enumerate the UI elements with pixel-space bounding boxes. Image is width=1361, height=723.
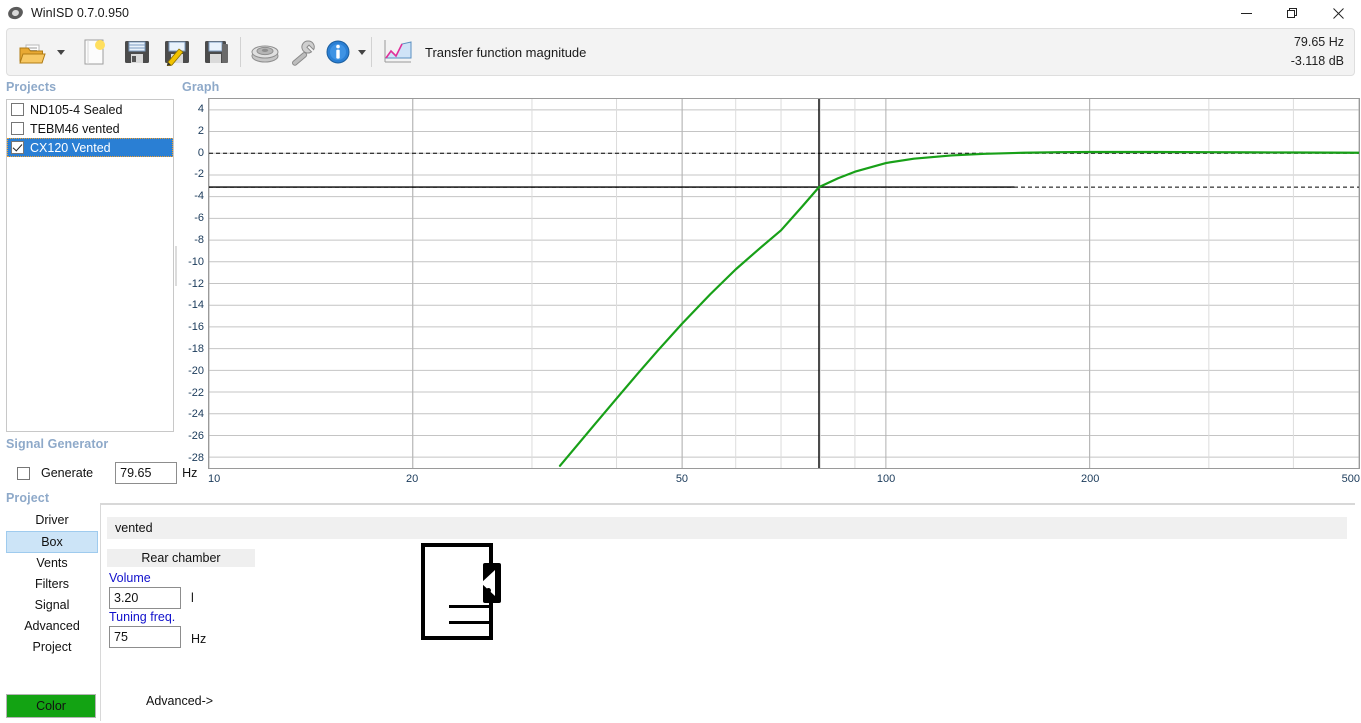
- graph-panel: 420-2-4-6-8-10-12-14-16-18-20-22-24-26-2…: [180, 98, 1361, 492]
- x-axis-tick: 50: [676, 473, 688, 485]
- close-icon[interactable]: [1315, 0, 1361, 26]
- generate-checkbox[interactable]: [17, 467, 30, 480]
- x-axis-tick: 100: [877, 473, 895, 485]
- y-axis-tick: -28: [188, 452, 204, 464]
- y-axis-tick: -16: [188, 321, 204, 333]
- x-axis: 10 20 50 100 200 500: [208, 471, 1360, 491]
- window-title: WinISD 0.7.0.950: [31, 6, 129, 20]
- vented-box-cross-section-icon: [421, 543, 493, 640]
- panel-splitter[interactable]: [172, 99, 180, 432]
- y-axis-tick: -22: [188, 387, 204, 399]
- project-label: CX120 Vented: [30, 141, 111, 155]
- speaker-icon: [8, 5, 24, 21]
- project-label: TEBM46 vented: [30, 122, 120, 136]
- nav-item-filters[interactable]: Filters: [6, 574, 98, 595]
- tuning-frequency-label: Tuning freq.: [109, 610, 175, 624]
- x-axis-tick: 20: [406, 473, 418, 485]
- save-as-icon[interactable]: [159, 31, 195, 73]
- color-button[interactable]: Color: [6, 694, 96, 718]
- nav-item-signal[interactable]: Signal: [6, 595, 98, 616]
- tuning-frequency-input[interactable]: [109, 626, 181, 648]
- window-controls: [1223, 0, 1361, 26]
- tuning-frequency-unit: Hz: [191, 632, 206, 646]
- minimize-icon[interactable]: [1223, 0, 1269, 26]
- nav-item-driver[interactable]: Driver: [6, 510, 98, 531]
- y-axis-tick: -10: [188, 256, 204, 268]
- signal-generator-panel: Generate Hz: [6, 458, 174, 488]
- box-panel: vented Rear chamber Volume l Tuning freq…: [100, 504, 1355, 721]
- y-axis-tick: -6: [194, 212, 204, 224]
- tools-wrench-icon[interactable]: [284, 31, 320, 73]
- new-project-icon[interactable]: [75, 31, 113, 73]
- y-axis-tick: 4: [198, 103, 204, 115]
- info-dropdown-caret[interactable]: [358, 50, 366, 55]
- x-axis-tick: 10: [208, 473, 220, 485]
- open-project-icon[interactable]: [13, 31, 55, 73]
- y-axis-tick: -24: [188, 408, 204, 420]
- y-axis-tick: -4: [194, 190, 204, 202]
- generate-label: Generate: [41, 466, 93, 480]
- project-label: ND105-4 Sealed: [30, 103, 122, 117]
- signal-frequency-input[interactable]: [115, 462, 177, 484]
- volume-label: Volume: [109, 571, 151, 585]
- projects-list[interactable]: ND105-4 Sealed TEBM46 vented CX120 Vente…: [6, 99, 174, 432]
- transfer-function-plot: [209, 99, 1359, 468]
- y-axis-tick: -12: [188, 278, 204, 290]
- toolbar-divider-2: [371, 37, 372, 67]
- y-axis: 4 2 0 -2 -4 -6 -8 -10 -12 -14 -16 -18 -20 -22 -24 -26 -2…: [180, 98, 206, 469]
- y-axis-tick: 0: [198, 147, 204, 159]
- y-axis-tick: 2: [198, 125, 204, 137]
- y-axis-tick: -26: [188, 430, 204, 442]
- project-checkbox[interactable]: [11, 122, 24, 135]
- advanced-link[interactable]: Advanced->: [146, 694, 213, 708]
- toolbar-divider: [240, 37, 241, 67]
- title-bar: WinISD 0.7.0.950: [0, 0, 1361, 26]
- graph-heading: Graph: [182, 80, 219, 94]
- cursor-readout: 79.65 Hz -3.118 dB: [1291, 33, 1344, 71]
- nav-item-vents[interactable]: Vents: [6, 553, 98, 574]
- transfer-function-label: Transfer function magnitude: [425, 45, 586, 60]
- project-nav: Driver Box Vents Filters Signal Advanced…: [6, 510, 98, 658]
- list-item[interactable]: TEBM46 vented: [7, 119, 173, 138]
- project-heading: Project: [6, 491, 49, 505]
- rear-chamber-tab[interactable]: Rear chamber: [107, 549, 255, 567]
- transfer-function-chart-icon[interactable]: [377, 31, 417, 73]
- project-checkbox[interactable]: [11, 103, 24, 116]
- save-icon[interactable]: [119, 31, 155, 73]
- plot-area[interactable]: [208, 98, 1360, 469]
- readout-frequency: 79.65 Hz: [1291, 33, 1344, 52]
- y-axis-tick: -14: [188, 299, 204, 311]
- box-alignment-type: vented: [107, 517, 1347, 539]
- volume-unit: l: [191, 591, 194, 605]
- driver-database-icon[interactable]: [246, 31, 284, 73]
- y-axis-tick: -20: [188, 365, 204, 377]
- nav-item-advanced[interactable]: Advanced: [6, 616, 98, 637]
- main-toolbar: Transfer function magnitude 79.65 Hz -3.…: [6, 28, 1355, 76]
- restore-icon[interactable]: [1269, 0, 1315, 26]
- save-all-icon[interactable]: [199, 31, 235, 73]
- x-axis-tick: 500: [1342, 473, 1360, 485]
- open-project-dropdown-caret[interactable]: [57, 50, 65, 55]
- y-axis-tick: -18: [188, 343, 204, 355]
- x-axis-tick: 200: [1081, 473, 1099, 485]
- list-item[interactable]: ND105-4 Sealed: [7, 100, 173, 119]
- info-icon[interactable]: [320, 31, 356, 73]
- nav-item-box[interactable]: Box: [6, 531, 98, 553]
- projects-heading: Projects: [6, 80, 56, 94]
- y-axis-tick: -2: [194, 168, 204, 180]
- signal-generator-heading: Signal Generator: [6, 437, 108, 451]
- y-axis-tick: -8: [194, 234, 204, 246]
- project-checkbox[interactable]: [11, 141, 24, 154]
- nav-item-project[interactable]: Project: [6, 637, 98, 658]
- volume-input[interactable]: [109, 587, 181, 609]
- list-item[interactable]: CX120 Vented: [7, 138, 173, 157]
- readout-gain: -3.118 dB: [1291, 52, 1344, 71]
